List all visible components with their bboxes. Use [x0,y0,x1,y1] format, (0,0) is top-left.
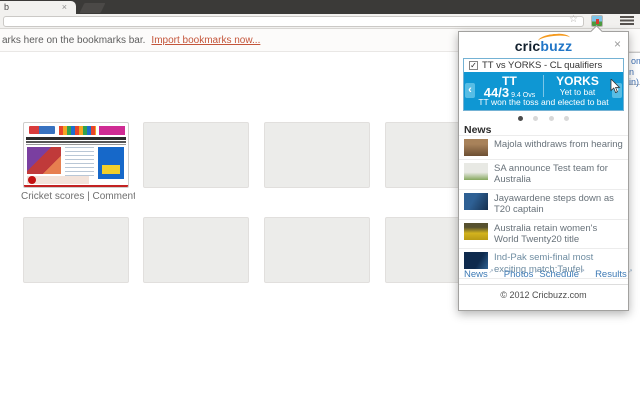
logo-text-buzz: buzz [540,38,572,54]
external-link-icon [489,269,494,275]
site-thumbnail-banner [99,126,125,135]
close-icon[interactable]: × [614,37,621,51]
news-thumbnail [464,139,488,156]
news-item[interactable]: Australia retain women's World Twenty20 … [459,220,628,250]
external-link-icon [628,269,633,275]
news-title: Jayawardene steps down as T20 captain [494,193,624,216]
chevron-left-icon[interactable]: ‹ [465,83,475,98]
most-visited-tile-empty[interactable] [264,217,370,283]
match-toggle-row: TT vs YORKS - CL qualifiers [464,59,623,72]
pagination-dot[interactable] [533,116,538,121]
footer-link-label: Schedule [539,269,579,280]
news-title: SA announce Test team for Australia [494,163,624,186]
toolbar [0,14,640,29]
tab-strip: b × [0,0,640,14]
signin-bubble-text-2[interactable]: n in) [629,67,640,87]
signin-bubble-text-1[interactable]: ome [631,56,640,66]
site-thumbnail-subnav [26,141,126,143]
external-link-icon [580,269,585,275]
news-thumbnail [464,252,488,269]
most-visited-tile-empty[interactable] [23,217,129,283]
footer-link-news[interactable]: News [464,268,494,280]
popup-footer-links: News Photos Schedule Results [459,268,628,280]
new-tab-button[interactable] [80,3,106,13]
extension-icon-figure [596,19,599,24]
site-thumbnail-logo-circle [28,176,36,184]
pagination-dot[interactable] [564,116,569,121]
footer-link-schedule[interactable]: Schedule [539,268,585,280]
bookmarks-bar-message: arks here on the bookmarks bar. Import bo… [2,35,260,46]
pagination-dot[interactable] [549,116,554,121]
footer-link-results[interactable]: Results [595,268,633,280]
news-thumbnail [464,193,488,210]
cricbuzz-logo: cricbuzz [459,38,628,54]
menu-icon[interactable] [620,16,634,25]
news-item[interactable]: Jayawardene steps down as T20 captain [459,190,628,220]
site-thumbnail-logo [29,126,55,134]
score-card: ‹ › TT 44/39.4 Ovs YORKS Yet to bat TT w… [464,72,623,110]
logo-text-cric: cric [515,38,541,54]
site-thumbnail-ad [98,147,124,179]
tab-new-tab[interactable]: b × [0,1,76,14]
footer-link-photos[interactable]: Photos [504,268,540,280]
teams-row: TT 44/39.4 Ovs YORKS Yet to bat [476,75,611,97]
copyright-text: © 2012 Cricbuzz.com [459,290,628,300]
site-thumbnail-rule [26,144,126,145]
footer-divider [459,284,628,285]
browser-window: b × arks here on the bookmarks bar. Impor… [0,0,640,400]
site-thumbnail-ad-strip [59,126,96,135]
tab-title: b [4,2,9,12]
cricbuzz-popup: cricbuzz × TT vs YORKS - CL qualifiers ‹… [458,31,629,311]
news-title: Majola withdraws from hearing [494,139,623,150]
bookmark-star-icon[interactable] [569,14,578,25]
mouse-cursor-icon [610,79,621,94]
site-thumbnail-ad-yellow [102,165,120,174]
bookmarks-message-text: arks here on the bookmarks bar. [2,35,145,46]
site-thumbnail-textcol [65,147,94,177]
footer-link-label: Photos [504,269,534,280]
news-thumbnail [464,223,488,240]
team2-column: YORKS Yet to bat [544,75,611,97]
site-thumbnail-red-border [24,185,128,187]
pagination-dot-active[interactable] [518,116,523,121]
news-item[interactable]: Majola withdraws from hearing [459,136,628,160]
team2-name: YORKS [544,75,611,87]
most-visited-tile-empty[interactable] [143,122,249,188]
news-thumbnail [464,163,488,180]
team1-column: TT 44/39.4 Ovs [476,75,544,97]
most-visited-tile-empty[interactable] [143,217,249,283]
match-checkbox[interactable] [469,61,478,70]
site-thumbnail-footer [27,176,89,184]
match-status-line: TT won the toss and elected to bat [464,97,623,107]
footer-link-label: News [464,269,488,280]
pagination-dots [459,114,628,121]
most-visited-tile-cricbuzz[interactable] [23,122,129,188]
site-thumbnail-photo [27,147,61,174]
score-widget: TT vs YORKS - CL qualifiers ‹ › TT 44/39… [463,58,624,111]
site-thumbnail-navbar [26,137,126,140]
tile-caption[interactable]: Cricket scores | Commentary, s... [21,191,135,202]
footer-link-label: Results [595,269,627,280]
match-checkbox-label: TT vs YORKS - CL qualifiers [482,60,602,71]
news-title: Australia retain women's World Twenty20 … [494,223,624,246]
tab-close-icon[interactable]: × [62,2,67,12]
address-bar-input[interactable] [3,16,584,27]
most-visited-tile-empty[interactable] [264,122,370,188]
news-item[interactable]: SA announce Test team for Australia [459,160,628,190]
import-bookmarks-link[interactable]: Import bookmarks now... [151,35,260,46]
news-list: Majola withdraws from hearing SA announc… [459,135,628,279]
